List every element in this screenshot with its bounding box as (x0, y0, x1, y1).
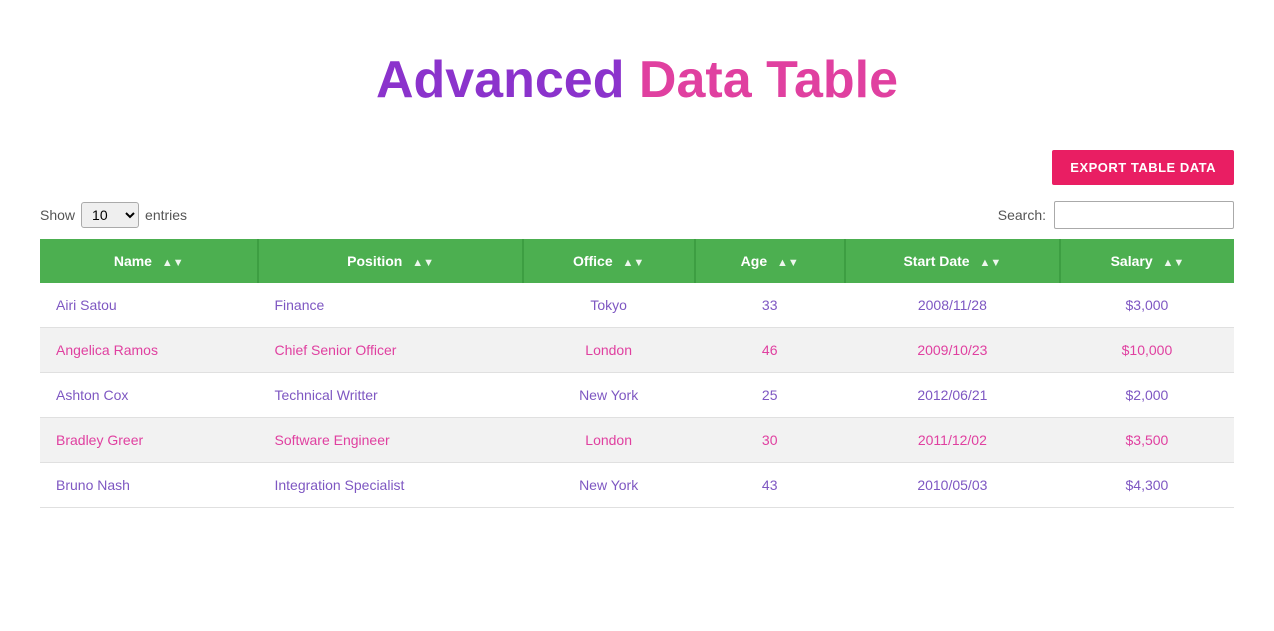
cell-start_date: 2009/10/23 (845, 328, 1060, 373)
header-row: Name ▲▼ Position ▲▼ Office ▲▼ Age ▲▼ Sta… (40, 239, 1234, 283)
cell-office: London (523, 418, 695, 463)
cell-office: Tokyo (523, 283, 695, 328)
title-data-table: Data Table (639, 51, 898, 109)
cell-name: Bradley Greer (40, 418, 258, 463)
col-age-label: Age (741, 253, 767, 269)
table-header: Name ▲▼ Position ▲▼ Office ▲▼ Age ▲▼ Sta… (40, 239, 1234, 283)
sort-arrows-age: ▲▼ (777, 257, 799, 269)
cell-salary: $2,000 (1060, 373, 1234, 418)
col-position[interactable]: Position ▲▼ (258, 239, 522, 283)
cell-salary: $10,000 (1060, 328, 1234, 373)
col-age[interactable]: Age ▲▼ (695, 239, 845, 283)
cell-start_date: 2011/12/02 (845, 418, 1060, 463)
cell-salary: $3,000 (1060, 283, 1234, 328)
cell-salary: $3,500 (1060, 418, 1234, 463)
col-name-label: Name (114, 253, 152, 269)
col-office[interactable]: Office ▲▼ (523, 239, 695, 283)
cell-salary: $4,300 (1060, 463, 1234, 508)
table-row: Bruno NashIntegration SpecialistNew York… (40, 463, 1234, 508)
title-advanced: Advanced (376, 51, 625, 109)
col-start-date[interactable]: Start Date ▲▼ (845, 239, 1060, 283)
col-salary-label: Salary (1111, 253, 1153, 269)
table-controls: Show 10 25 50 100 entries Search: (40, 201, 1234, 229)
sort-arrows-name: ▲▼ (162, 257, 184, 269)
table-row: Ashton CoxTechnical WritterNew York25201… (40, 373, 1234, 418)
search-input[interactable] (1054, 201, 1234, 229)
table-row: Bradley GreerSoftware EngineerLondon3020… (40, 418, 1234, 463)
cell-position: Chief Senior Officer (258, 328, 522, 373)
cell-name: Angelica Ramos (40, 328, 258, 373)
cell-position: Technical Writter (258, 373, 522, 418)
show-label: Show (40, 207, 75, 223)
data-table: Name ▲▼ Position ▲▼ Office ▲▼ Age ▲▼ Sta… (40, 239, 1234, 508)
table-body: Airi SatouFinanceTokyo332008/11/28$3,000… (40, 283, 1234, 508)
cell-name: Airi Satou (40, 283, 258, 328)
cell-position: Finance (258, 283, 522, 328)
sort-arrows-salary: ▲▼ (1163, 257, 1185, 269)
cell-start_date: 2008/11/28 (845, 283, 1060, 328)
search-box: Search: (998, 201, 1234, 229)
cell-office: New York (523, 463, 695, 508)
cell-age: 30 (695, 418, 845, 463)
col-office-label: Office (573, 253, 613, 269)
cell-age: 46 (695, 328, 845, 373)
search-label: Search: (998, 207, 1046, 223)
entries-label: entries (145, 207, 187, 223)
show-entries-control: Show 10 25 50 100 entries (40, 202, 187, 228)
export-button[interactable]: EXPORT TABLE DATA (1052, 150, 1234, 185)
sort-arrows-start-date: ▲▼ (979, 257, 1001, 269)
cell-office: New York (523, 373, 695, 418)
col-name[interactable]: Name ▲▼ (40, 239, 258, 283)
cell-age: 33 (695, 283, 845, 328)
cell-age: 25 (695, 373, 845, 418)
col-start-date-label: Start Date (903, 253, 969, 269)
col-position-label: Position (347, 253, 402, 269)
entries-select[interactable]: 10 25 50 100 (81, 202, 139, 228)
table-row: Angelica RamosChief Senior OfficerLondon… (40, 328, 1234, 373)
cell-position: Software Engineer (258, 418, 522, 463)
col-salary[interactable]: Salary ▲▼ (1060, 239, 1234, 283)
toolbar: EXPORT TABLE DATA (40, 150, 1234, 185)
sort-arrows-office: ▲▼ (623, 257, 645, 269)
page-title: Advanced Data Table (40, 20, 1234, 150)
sort-arrows-position: ▲▼ (412, 257, 434, 269)
cell-start_date: 2012/06/21 (845, 373, 1060, 418)
cell-position: Integration Specialist (258, 463, 522, 508)
cell-age: 43 (695, 463, 845, 508)
cell-start_date: 2010/05/03 (845, 463, 1060, 508)
table-row: Airi SatouFinanceTokyo332008/11/28$3,000 (40, 283, 1234, 328)
cell-name: Bruno Nash (40, 463, 258, 508)
cell-name: Ashton Cox (40, 373, 258, 418)
cell-office: London (523, 328, 695, 373)
